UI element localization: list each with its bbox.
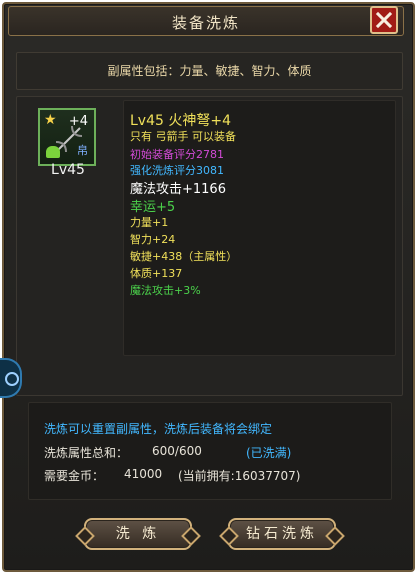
- refine-notice: 洗炼可以重置副属性，洗炼后装备将会绑定: [44, 422, 273, 436]
- luck: 幸运+5: [130, 200, 176, 215]
- total-label: 洗炼属性总和：: [44, 446, 129, 460]
- refine-button[interactable]: 洗 炼: [84, 518, 192, 550]
- magic-attack: 魔法攻击+1166: [130, 182, 226, 197]
- close-button[interactable]: [370, 6, 398, 34]
- sub-attribute-note: 副属性包括：力量、敏捷、智力、体质: [16, 52, 403, 90]
- gold-required: 41000: [124, 467, 163, 481]
- intelligence: 智力+24: [130, 233, 176, 246]
- diamond-refine-button[interactable]: 钻石洗炼: [228, 518, 336, 550]
- magic-attack-percent: 魔法攻击+3%: [130, 284, 201, 297]
- circle-icon: [5, 372, 19, 386]
- initial-score: 初始装备评分2781: [130, 148, 224, 161]
- item-slot[interactable]: ★ +4 帛: [38, 108, 96, 166]
- bind-icon: 帛: [77, 144, 88, 157]
- window-title: 装备洗炼: [171, 14, 240, 32]
- gold-label: 需要金币：: [44, 469, 105, 483]
- refine-score: 强化洗炼评分3081: [130, 164, 224, 177]
- constitution: 体质+137: [130, 267, 183, 280]
- item-level: Lv45: [51, 162, 85, 178]
- total-value: 600/600: [152, 444, 202, 458]
- title-bar: 装备洗炼: [8, 6, 404, 36]
- heart-icon: [46, 146, 60, 158]
- total-status: (已洗满): [246, 446, 292, 460]
- gold-owned: (当前拥有:16037707): [178, 469, 301, 483]
- agility: 敏捷+438（主属性）: [130, 250, 238, 263]
- item-name: Lv45 火神弩+4: [130, 113, 231, 129]
- strength: 力量+1: [130, 216, 169, 229]
- class-restriction: 只有 弓箭手 可以装备: [130, 130, 236, 143]
